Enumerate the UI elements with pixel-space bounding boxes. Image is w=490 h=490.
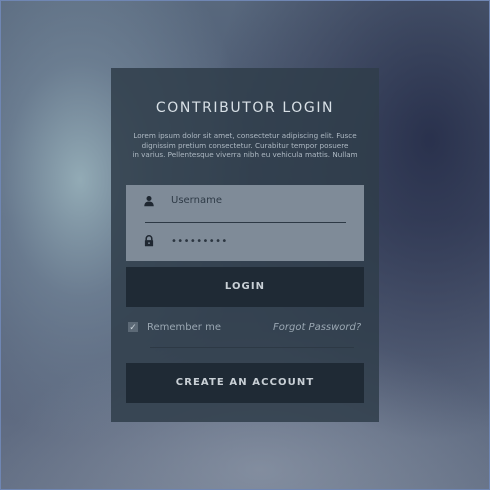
description-line: in varius. Pellentesque viverra nibh eu … <box>132 150 358 159</box>
description-text: Lorem ipsum dolor sit amet, consectetur … <box>130 131 360 160</box>
forgot-password-link[interactable]: Forgot Password? <box>273 322 361 333</box>
credentials-panel <box>126 185 364 261</box>
user-icon <box>144 196 154 207</box>
lock-icon <box>144 235 154 247</box>
description-line: Lorem ipsum dolor sit amet, consectetur … <box>133 131 357 140</box>
username-underline <box>145 222 346 223</box>
description-line: dignissim pretium consectetur. Curabitur… <box>141 140 349 150</box>
remember-me-label[interactable]: Remember me <box>147 322 221 333</box>
page-title: CONTRIBUTOR LOGIN <box>155 100 335 116</box>
username-input[interactable]: Username <box>171 195 222 206</box>
password-input[interactable]: ••••••••• <box>171 236 228 247</box>
login-button[interactable]: LOGIN <box>126 267 364 307</box>
create-account-button[interactable]: CREATE AN ACCOUNT <box>126 363 364 403</box>
page: { "login_card": { "title": "CONTRIBUTOR … <box>0 0 490 490</box>
remember-me-checkbox[interactable]: ✓ <box>128 322 138 332</box>
options-divider <box>150 347 354 348</box>
